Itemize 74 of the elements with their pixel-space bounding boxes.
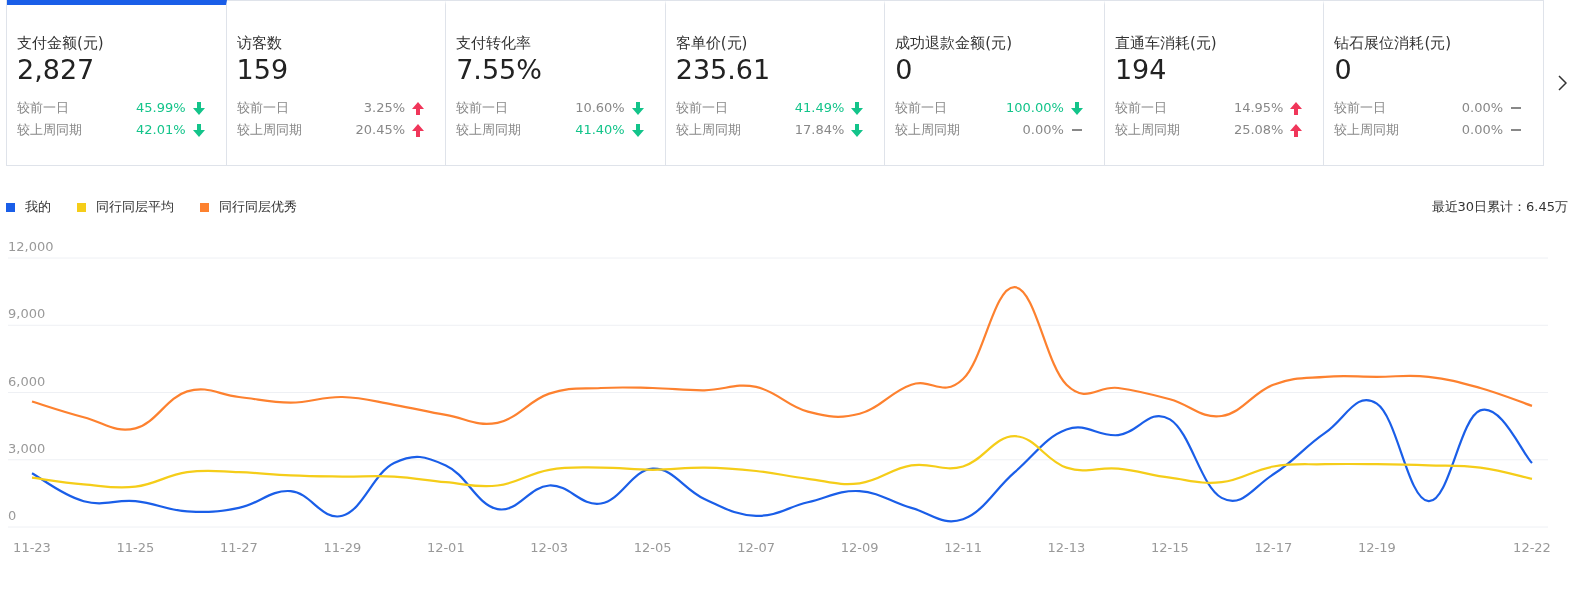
legend-label: 同行同层优秀 bbox=[219, 198, 297, 216]
metric-title: 支付转化率 bbox=[456, 33, 533, 53]
comparison-label: 较前一日 bbox=[675, 99, 729, 117]
comparison-label: 较上周同期 bbox=[456, 121, 523, 139]
x-axis-label: 12-15 bbox=[1151, 540, 1189, 555]
metric-card[interactable]: 成功退款金额(元) 0 较前一日 100.00% 较上周同期 0.00% bbox=[885, 0, 1105, 165]
metric-card[interactable]: 支付转化率 7.55% 较前一日 10.60% 较上周同期 41.40% bbox=[446, 0, 666, 165]
x-axis-label: 12-03 bbox=[530, 540, 569, 555]
comparison-label: 较上周同期 bbox=[17, 121, 83, 139]
comparison-label: 较上周同期 bbox=[1334, 121, 1401, 139]
comparison-label: 较前一日 bbox=[17, 99, 70, 117]
legend-label: 同行同层平均 bbox=[96, 198, 174, 216]
metric-title: 成功退款金额(元) bbox=[895, 33, 1014, 53]
comparison-label: 较前一日 bbox=[236, 99, 290, 117]
y-axis-label: 9,000 bbox=[8, 306, 46, 322]
comparison-percent: 20.45% bbox=[355, 121, 406, 139]
metric-title: 支付金额(元) bbox=[17, 33, 105, 53]
x-axis-label: 11-23 bbox=[13, 540, 51, 555]
x-axis-label: 11-25 bbox=[116, 540, 155, 555]
x-axis-label: 12-09 bbox=[840, 540, 879, 555]
x-axis-label: 11-29 bbox=[323, 540, 362, 555]
comparison-label: 较上周同期 bbox=[236, 121, 303, 139]
metric-value: 194 bbox=[1114, 53, 1168, 87]
comparison-percent: 41.49% bbox=[794, 99, 845, 117]
metric-card[interactable]: 直通车消耗(元) 194 较前一日 14.95% 较上周同期 25.08% bbox=[1104, 0, 1325, 165]
y-axis-label: 3,000 bbox=[8, 440, 46, 456]
comparison-label: 较上周同期 bbox=[1114, 121, 1181, 139]
comparison-label: 较前一日 bbox=[1334, 99, 1388, 117]
x-axis-label: 12-13 bbox=[1047, 540, 1086, 555]
total-summary: 最近30日累计：6.45万 bbox=[1431, 198, 1568, 216]
metric-title: 客单价(元) bbox=[675, 33, 749, 53]
comparison-percent: 100.00% bbox=[1006, 99, 1064, 117]
comparison-label: 较前一日 bbox=[895, 99, 949, 117]
x-axis-label: 12-19 bbox=[1357, 540, 1396, 555]
metric-card[interactable]: 支付金额(元) 2,827 较前一日 45.99% 较上周同期 42.01% bbox=[7, 0, 227, 165]
comparison-percent: 45.99% bbox=[136, 99, 186, 117]
y-axis-label: 0 bbox=[8, 508, 17, 523]
comparison-percent: 0.00% bbox=[1461, 99, 1504, 117]
y-axis-label: 12,000 bbox=[8, 240, 54, 254]
metric-title: 直通车消耗(元) bbox=[1114, 33, 1218, 53]
comparison-label: 较上周同期 bbox=[675, 121, 742, 139]
comparison-label: 较前一日 bbox=[456, 99, 510, 117]
legend-label: 我的 bbox=[25, 198, 51, 216]
x-axis-label: 11-27 bbox=[220, 540, 258, 555]
metric-value: 159 bbox=[236, 53, 290, 87]
comparison-percent: 42.01% bbox=[136, 121, 186, 139]
x-axis-label: 12-11 bbox=[944, 540, 982, 555]
x-axis-label: 12-22 bbox=[1513, 540, 1551, 555]
y-axis-label: 6,000 bbox=[8, 373, 46, 389]
metric-card[interactable]: 访客数 159 较前一日 3.25% 较上周同期 20.45% bbox=[226, 0, 447, 165]
comparison-percent: 25.08% bbox=[1233, 121, 1284, 139]
x-axis-label: 12-17 bbox=[1254, 540, 1293, 555]
x-axis-label: 12-05 bbox=[633, 540, 672, 555]
comparison-percent: 10.60% bbox=[575, 99, 625, 117]
metric-value: 0 bbox=[895, 53, 914, 87]
x-axis-label: 12-07 bbox=[737, 540, 776, 555]
metric-title: 访客数 bbox=[236, 33, 283, 53]
comparison-percent: 0.00% bbox=[1461, 121, 1504, 139]
metric-value: 7.55% bbox=[456, 53, 543, 87]
metric-card[interactable]: 钻石展位消耗(元) 0 较前一日 0.00% 较上周同期 0.00% bbox=[1324, 0, 1544, 165]
comparison-percent: 14.95% bbox=[1233, 99, 1284, 117]
comparison-label: 较上周同期 bbox=[895, 121, 962, 139]
comparison-percent: 3.25% bbox=[363, 99, 406, 117]
metric-value: 235.61 bbox=[675, 53, 772, 87]
metric-value: 2,827 bbox=[17, 53, 96, 87]
chevron-right-icon bbox=[1558, 75, 1567, 91]
metric-value: 0 bbox=[1334, 53, 1353, 87]
comparison-percent: 41.40% bbox=[575, 121, 625, 139]
metric-title: 钻石展位消耗(元) bbox=[1334, 33, 1453, 53]
comparison-label: 较前一日 bbox=[1114, 99, 1168, 117]
metric-card[interactable]: 客单价(元) 235.61 较前一日 41.49% 较上周同期 17.84% bbox=[665, 0, 886, 165]
comparison-percent: 0.00% bbox=[1022, 121, 1064, 139]
x-axis-label: 12-01 bbox=[426, 540, 465, 555]
comparison-percent: 17.84% bbox=[794, 121, 845, 139]
